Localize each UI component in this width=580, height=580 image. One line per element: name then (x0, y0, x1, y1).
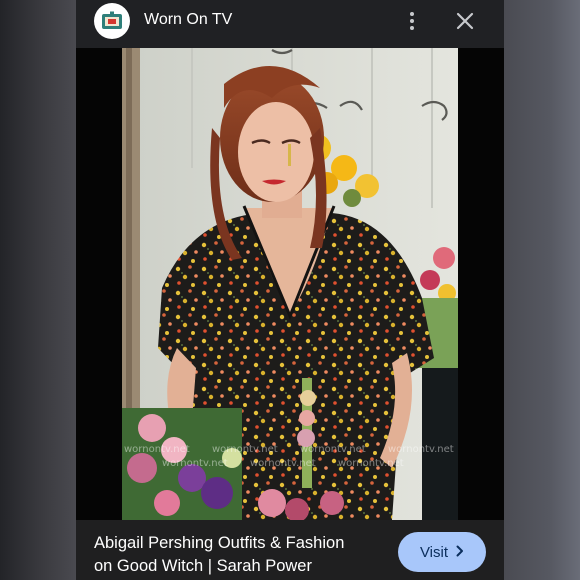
result-card: Worn On TV wornontv.net wornontv.net wor… (76, 0, 504, 580)
image-viewer: wornontv.net wornontv.net wornontv.net w… (76, 48, 504, 520)
close-icon[interactable] (452, 8, 478, 34)
result-title[interactable]: Abigail Pershing Outfits & Fashion on Go… (94, 532, 394, 578)
watermark-text: wornontv.net (124, 444, 190, 455)
card-footer: Abigail Pershing Outfits & Fashion on Go… (76, 520, 504, 580)
background-left (0, 0, 76, 580)
watermark-text: wornontv.net (212, 444, 278, 455)
result-title-line: on Good Witch | Sarah Power (94, 557, 312, 575)
app-title[interactable]: Worn On TV (144, 10, 232, 30)
more-vert-icon[interactable] (402, 8, 422, 34)
tv-icon[interactable] (94, 3, 130, 39)
watermark-text: wornontv.net (162, 458, 228, 469)
visit-label: Visit (419, 543, 449, 561)
visit-button[interactable]: Visit (398, 532, 486, 572)
result-title-line: Abigail Pershing Outfits & Fashion (94, 534, 345, 552)
background-right (504, 0, 580, 580)
watermark-text: wornontv.net (388, 444, 454, 455)
card-header: Worn On TV (76, 0, 504, 48)
watermark-text: wornontv.net (338, 458, 404, 469)
watermark-text: wornontv.net (250, 458, 316, 469)
outfit-photo[interactable]: wornontv.net wornontv.net wornontv.net w… (122, 48, 458, 520)
watermark-text: wornontv.net (300, 444, 366, 455)
chevron-right-icon (456, 544, 464, 561)
